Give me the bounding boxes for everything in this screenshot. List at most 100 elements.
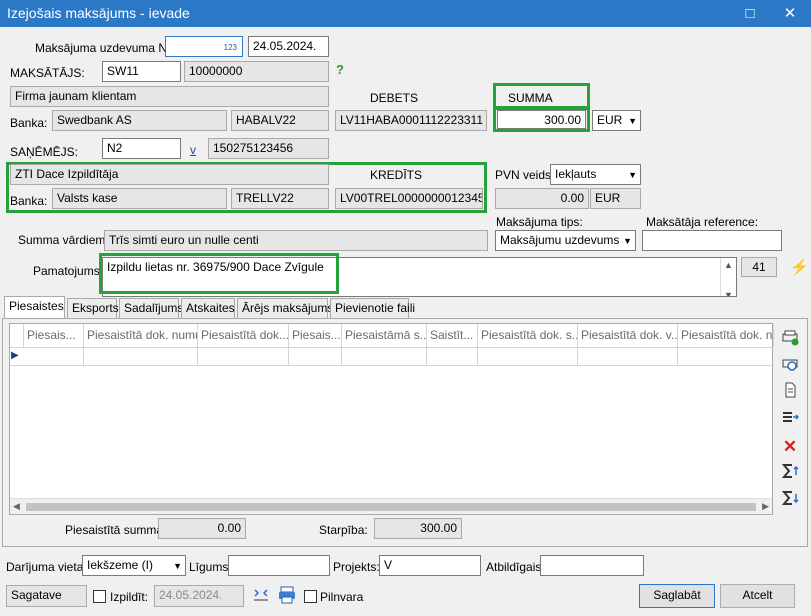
vat-currency: EUR [590, 188, 641, 209]
tab-pievienotie-faili[interactable]: Pievienotie faili [330, 298, 415, 318]
amount-words-label: Summa vārdiem: [18, 233, 109, 247]
vat-label: PVN veids: [495, 168, 555, 182]
recipient-account: LV00TREL0000000012345 [335, 188, 483, 209]
tab-atskaites[interactable]: Atskaites [181, 298, 235, 318]
lightning-icon[interactable]: ⚡ [790, 258, 809, 276]
executed-checkbox[interactable] [93, 590, 106, 603]
recipient-swift: TRELLV22 [231, 188, 329, 209]
links-grid: Piesais... Piesaistītā dok. numurs Piesa… [9, 323, 774, 515]
tab-sadalijums[interactable]: Sadalījums [119, 298, 183, 318]
link-search-icon[interactable] [780, 356, 800, 374]
table-cell[interactable] [289, 348, 342, 366]
payer-bank-label: Banka: [10, 116, 48, 130]
purpose-label: Pamatojums: [33, 264, 104, 278]
payer-ref-input[interactable] [642, 230, 782, 251]
credit-label: KREDĪTS [370, 168, 423, 182]
table-cell[interactable] [478, 348, 578, 366]
grid-header[interactable]: Piesaistītā dok. numurs [84, 324, 198, 348]
grid-header[interactable]: Piesais... [24, 324, 84, 348]
purpose-scrollbar[interactable]: ▲ ▼ [720, 258, 736, 296]
grid-header[interactable]: Saistīt... [427, 324, 478, 348]
table-cell[interactable] [198, 348, 289, 366]
scrollbar-thumb[interactable] [26, 503, 756, 511]
project-label: Projekts: [333, 560, 380, 574]
status-badge: Sagatave [6, 585, 87, 607]
grid-header[interactable]: Piesaistītā dok. n... [678, 324, 774, 348]
grid-header[interactable]: Piesaistāmā s... [342, 324, 427, 348]
payer-bank: Swedbank AS [52, 110, 227, 131]
tab-arejs-maksajums[interactable]: Ārējs maksājums [237, 298, 333, 318]
table-cell[interactable] [84, 348, 198, 366]
recipient-code-input[interactable]: N2 [102, 138, 181, 159]
link-add-icon[interactable] [780, 330, 800, 348]
place-value: Iekšzeme (I) [87, 558, 154, 572]
grid-horizontal-scrollbar[interactable]: ◀ ▶ [10, 498, 772, 514]
place-select[interactable]: Iekšzeme (I) ▼ [82, 555, 186, 576]
amount-words: Trīs simti euro un nulle centi [104, 230, 488, 251]
save-button[interactable]: Saglabāt [639, 584, 715, 608]
grid-header[interactable]: Piesaistītā dok. v... [578, 324, 678, 348]
help-icon[interactable]: ? [336, 62, 344, 77]
date-arrows-icon[interactable] [251, 586, 271, 606]
purpose-length: 41 [741, 257, 777, 277]
document-icon[interactable] [780, 382, 800, 400]
vat-type-select[interactable]: Iekļauts ▼ [550, 164, 641, 185]
counter-icon: 123 [223, 43, 237, 52]
close-button[interactable]: ✕ [777, 3, 803, 24]
power-of-attorney-label: Pilnvara [320, 590, 364, 604]
chevron-down-icon: ▼ [173, 561, 182, 571]
sum-up-icon[interactable] [780, 463, 800, 481]
debit-label: DEBETS [370, 91, 419, 105]
contract-input[interactable] [228, 555, 330, 576]
payer-account: LV11HABA0001112223311 [335, 110, 487, 131]
currency-select[interactable]: EUR ▼ [592, 110, 641, 131]
grid-header[interactable]: Piesais... [289, 324, 342, 348]
difference-label: Starpība: [319, 523, 368, 537]
power-of-attorney-checkbox[interactable] [304, 590, 317, 603]
executed-date: 24.05.2024. [154, 585, 244, 607]
payer-swift: HABALV22 [231, 110, 329, 131]
table-cell[interactable] [678, 348, 774, 366]
recipient-regnr: 150275123456 [208, 138, 329, 159]
payment-type-select[interactable]: Maksājumu uzdevums ▼ [495, 230, 636, 251]
doc-date-input[interactable]: 24.05.2024. [248, 36, 329, 57]
purpose-highlight [99, 253, 339, 294]
table-cell[interactable] [342, 348, 427, 366]
scroll-right-icon[interactable]: ▶ [762, 501, 769, 512]
sum-down-icon[interactable] [780, 490, 800, 508]
vat-type-value: Iekļauts [555, 167, 597, 181]
project-input[interactable]: V [379, 555, 481, 576]
amount-input[interactable]: 300.00 [497, 110, 586, 129]
linked-sum: 0.00 [158, 518, 246, 539]
table-cell[interactable] [427, 348, 478, 366]
delete-icon[interactable]: ✕ [780, 437, 800, 456]
table-cell[interactable] [24, 348, 84, 366]
grid-header[interactable]: Piesaistītā dok.... [198, 324, 289, 348]
currency-value: EUR [597, 113, 623, 127]
recipient-bank: Valsts kase [52, 188, 227, 209]
amount-label: SUMMA [508, 91, 553, 105]
tab-eksports[interactable]: Eksports [67, 298, 119, 318]
recipient-v-link[interactable]: v [190, 143, 196, 157]
responsible-label: Atbildīgais: [486, 560, 545, 574]
list-arrow-icon[interactable] [780, 409, 800, 427]
doc-number-input[interactable]: 123 [165, 36, 243, 57]
grid-header[interactable]: Piesaistītā dok. s... [478, 324, 578, 348]
payer-ref-label: Maksātāja reference: [646, 215, 759, 229]
tab-piesaistes[interactable]: Piesaistes [4, 296, 65, 319]
maximize-button[interactable]: □ [737, 3, 763, 24]
print-icon[interactable] [276, 585, 298, 607]
chevron-down-icon: ▼ [623, 236, 632, 246]
grid-corner [10, 324, 24, 348]
payer-code-input[interactable]: SW11 [102, 61, 181, 82]
scroll-left-icon[interactable]: ◀ [13, 501, 20, 512]
recipient-label: SAŅĒMĒJS: [10, 145, 79, 159]
linked-sum-label: Piesaistītā summa: [65, 523, 167, 537]
window-title: Izejošais maksājums - ievade [7, 5, 190, 21]
responsible-input[interactable] [540, 555, 644, 576]
place-label: Darījuma vieta: [6, 560, 87, 574]
table-cell[interactable] [578, 348, 678, 366]
cancel-button[interactable]: Atcelt [720, 584, 795, 608]
table-row[interactable]: ▶ [10, 348, 774, 366]
payment-type-value: Maksājumu uzdevums [500, 233, 620, 247]
